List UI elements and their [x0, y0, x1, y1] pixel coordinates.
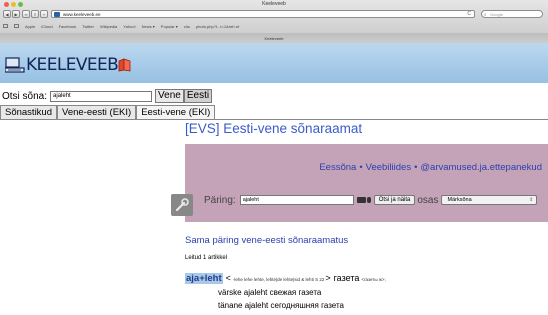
part-select[interactable]: Märksõna ⇕: [440, 195, 537, 205]
browser-tab[interactable]: Keeleveeb: [0, 34, 548, 43]
word-search-input[interactable]: ajaleht: [50, 90, 153, 102]
example-phrase: tänane ajaleht сегодняшняя газета: [218, 301, 344, 310]
chevron-updown-icon: ⇕: [529, 197, 534, 203]
link-feedback[interactable]: @arvamused.ja.ettepanekud: [420, 162, 542, 173]
inflection-forms: -lehe lehe lehte, lehte|de lehte|sid & l…: [232, 277, 325, 282]
reading-list-bookmark-icon[interactable]: [3, 24, 8, 28]
site-favicon-icon: [54, 12, 60, 17]
bookmark-item[interactable]: Popular ▾: [161, 24, 178, 29]
reload-icon[interactable]: C: [467, 11, 471, 18]
search-placeholder: Google: [490, 12, 503, 17]
add-button[interactable]: +: [40, 10, 48, 18]
found-count: Leitud 1 artikkel: [185, 255, 228, 261]
link-web-interface[interactable]: Veebiliides: [366, 162, 411, 173]
window-title: Keeleveeb: [262, 1, 286, 7]
tab-strip: Keeleveeb: [0, 33, 548, 43]
bookmark-item[interactable]: chs: [184, 24, 190, 29]
dictionary-links: Eessõna • Veebiliides • @arvamused.ja.ettepa…: [319, 162, 542, 173]
url-bar[interactable]: www.keeleveeb.ee C: [51, 10, 475, 18]
dictionary-title: [EVS] Eesti-vene sõnaraamat: [185, 121, 363, 136]
query-row: Päring: ajaleht Otsi ja näita osas Märks…: [204, 194, 537, 206]
query-input[interactable]: ajaleht: [239, 195, 354, 205]
translation: газета: [333, 273, 360, 283]
computer-icon: [4, 56, 25, 73]
word-search-row: Otsi sõna: ajaleht Vene Eesti: [2, 89, 213, 103]
tab-estonian-russian[interactable]: Eesti-vene (EKI): [136, 105, 216, 119]
bookmark-item[interactable]: Wikipedia: [100, 24, 117, 29]
browser-chrome: Keeleveeb ◀ ▶ ∞ ⇧ + www.keeleveeb.ee C ⌕…: [0, 0, 548, 43]
search-icon: ⌕: [484, 12, 487, 17]
back-button[interactable]: ◀: [3, 10, 11, 18]
wrench-icon[interactable]: [171, 194, 193, 216]
dictionary-search-panel: Eessõna • Veebiliides • @arvamused.ja.ettepa…: [171, 144, 548, 222]
keyboard-icon[interactable]: [356, 197, 366, 203]
browser-search-field[interactable]: ⌕ Google: [481, 10, 543, 18]
bookmarks-bar: Apple iCloud Facebook Twitter Wikipedia …: [3, 22, 545, 30]
part-label: osas: [417, 194, 439, 206]
search-label: Otsi sõna:: [2, 90, 48, 102]
bookmark-item[interactable]: Apple: [25, 24, 35, 29]
top-sites-icon[interactable]: [14, 24, 19, 28]
dictionary-entry: aja+leht < -lehe lehe lehte, lehte|de le…: [185, 273, 386, 284]
browser-toolbar: ◀ ▶ ∞ ⇧ + www.keeleveeb.ee C ⌕ Google: [3, 10, 545, 19]
bookmark-item[interactable]: Twitter: [82, 24, 94, 29]
search-and-show-button[interactable]: Otsi ja näita: [373, 195, 416, 205]
bookmark-item[interactable]: photo.php?f...t=1&ref=nf: [196, 24, 239, 29]
url-text: www.keeleveeb.ee: [63, 12, 101, 17]
link-separator: •: [359, 162, 363, 173]
mouse-icon[interactable]: [366, 197, 371, 203]
example-phrase: värske ajaleht свежая газета: [218, 288, 322, 297]
translation-grammar: <газеты ж>;: [361, 277, 386, 282]
site-header: KEELEVEEB: [0, 43, 548, 83]
reading-list-icon[interactable]: ∞: [22, 10, 30, 18]
same-query-link[interactable]: Sama päring vene-eesti sõnaraamatus: [185, 235, 348, 246]
bookmark-item[interactable]: Facebook: [59, 24, 77, 29]
tab-dictionaries[interactable]: Sõnastikud: [0, 105, 58, 119]
dictionary-tabs: Sõnastikud Vene-eesti (EKI) Eesti-vene (…: [0, 105, 216, 119]
forward-button[interactable]: ▶: [12, 10, 20, 18]
share-button[interactable]: ⇧: [31, 10, 39, 18]
estonian-button[interactable]: Eesti: [183, 89, 213, 103]
bookmark-item[interactable]: Yahoo!: [123, 24, 135, 29]
forms-close-bracket: >: [325, 273, 331, 283]
query-label: Päring:: [204, 194, 236, 206]
headword: aja+leht: [185, 273, 223, 284]
bookmark-item[interactable]: News ▾: [142, 24, 155, 29]
link-separator: •: [414, 162, 418, 173]
russian-button[interactable]: Vene: [155, 89, 184, 103]
tab-russian-estonian[interactable]: Vene-eesti (EKI): [57, 105, 137, 119]
link-preface[interactable]: Eessõna: [319, 162, 356, 173]
logo-text: KEELEVEEB: [26, 54, 119, 75]
book-icon: [118, 57, 131, 72]
bookmark-item[interactable]: iCloud: [41, 24, 52, 29]
forms-open-bracket: <: [225, 273, 231, 283]
tab-divider: [0, 119, 548, 120]
site-logo[interactable]: KEELEVEEB: [4, 52, 131, 77]
part-select-value: Märksõna: [447, 197, 472, 203]
